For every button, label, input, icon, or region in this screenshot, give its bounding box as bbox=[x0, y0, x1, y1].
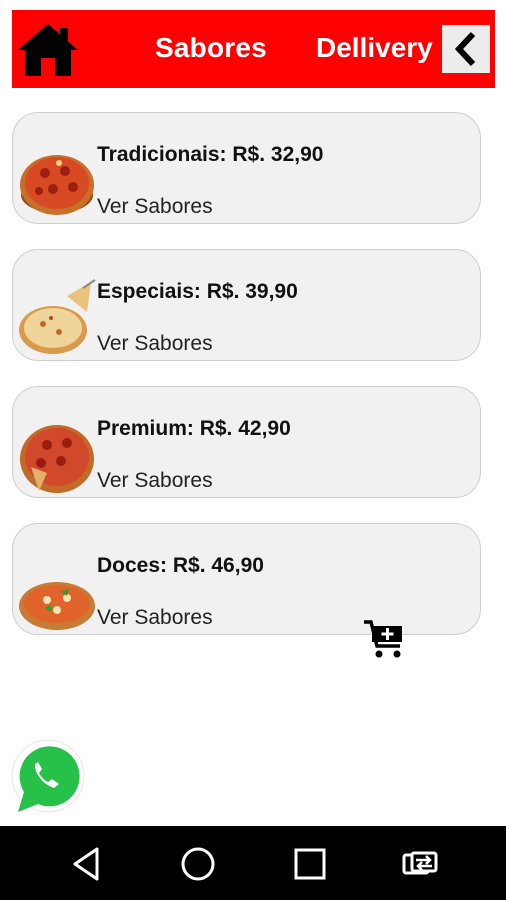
category-title: Tradicionais: R$. 32,90 bbox=[97, 143, 324, 166]
category-card-doces[interactable]: Doces: R$. 46,90 Ver Sabores bbox=[12, 523, 481, 635]
pizza-image bbox=[19, 279, 96, 354]
category-card-tradicionais[interactable]: Tradicionais: R$. 32,90 Ver Sabores bbox=[12, 112, 481, 224]
see-flavors-link[interactable]: Ver Sabores bbox=[97, 469, 213, 493]
back-button[interactable] bbox=[442, 25, 490, 73]
nav-recent-apps-button[interactable] bbox=[290, 844, 330, 884]
category-title: Premium: R$. 42,90 bbox=[97, 417, 291, 440]
back-triangle-icon bbox=[73, 847, 99, 881]
home-circle-icon bbox=[181, 847, 215, 881]
pizza-image bbox=[20, 425, 94, 493]
pizza-image bbox=[19, 582, 95, 630]
nav-switch-app-button[interactable] bbox=[400, 844, 440, 884]
page-title: Sabores bbox=[155, 32, 267, 63]
category-title: Especiais: R$. 39,90 bbox=[97, 280, 298, 303]
nav-home-button[interactable] bbox=[178, 844, 218, 884]
app-header: Sabores Dellivery bbox=[12, 10, 495, 88]
see-flavors-link[interactable]: Ver Sabores bbox=[97, 332, 213, 356]
delivery-link[interactable]: Dellivery bbox=[316, 32, 433, 64]
home-icon bbox=[18, 24, 78, 76]
pizza-image bbox=[20, 155, 94, 215]
add-to-cart-button[interactable] bbox=[362, 618, 408, 660]
home-button[interactable] bbox=[16, 20, 80, 80]
recent-apps-square-icon bbox=[294, 848, 326, 880]
whatsapp-icon bbox=[11, 739, 85, 813]
add-to-cart-icon bbox=[364, 620, 402, 658]
chevron-left-icon bbox=[454, 31, 476, 67]
see-flavors-link[interactable]: Ver Sabores bbox=[97, 195, 213, 219]
see-flavors-link[interactable]: Ver Sabores bbox=[97, 606, 213, 630]
switch-app-icon bbox=[402, 851, 438, 875]
category-card-especiais[interactable]: Especiais: R$. 39,90 Ver Sabores bbox=[12, 249, 481, 361]
whatsapp-button[interactable] bbox=[8, 738, 86, 818]
category-title: Doces: R$. 46,90 bbox=[97, 554, 264, 577]
android-navigation-bar bbox=[0, 826, 506, 900]
nav-back-button[interactable] bbox=[67, 844, 107, 884]
category-card-premium[interactable]: Premium: R$. 42,90 Ver Sabores bbox=[12, 386, 481, 498]
